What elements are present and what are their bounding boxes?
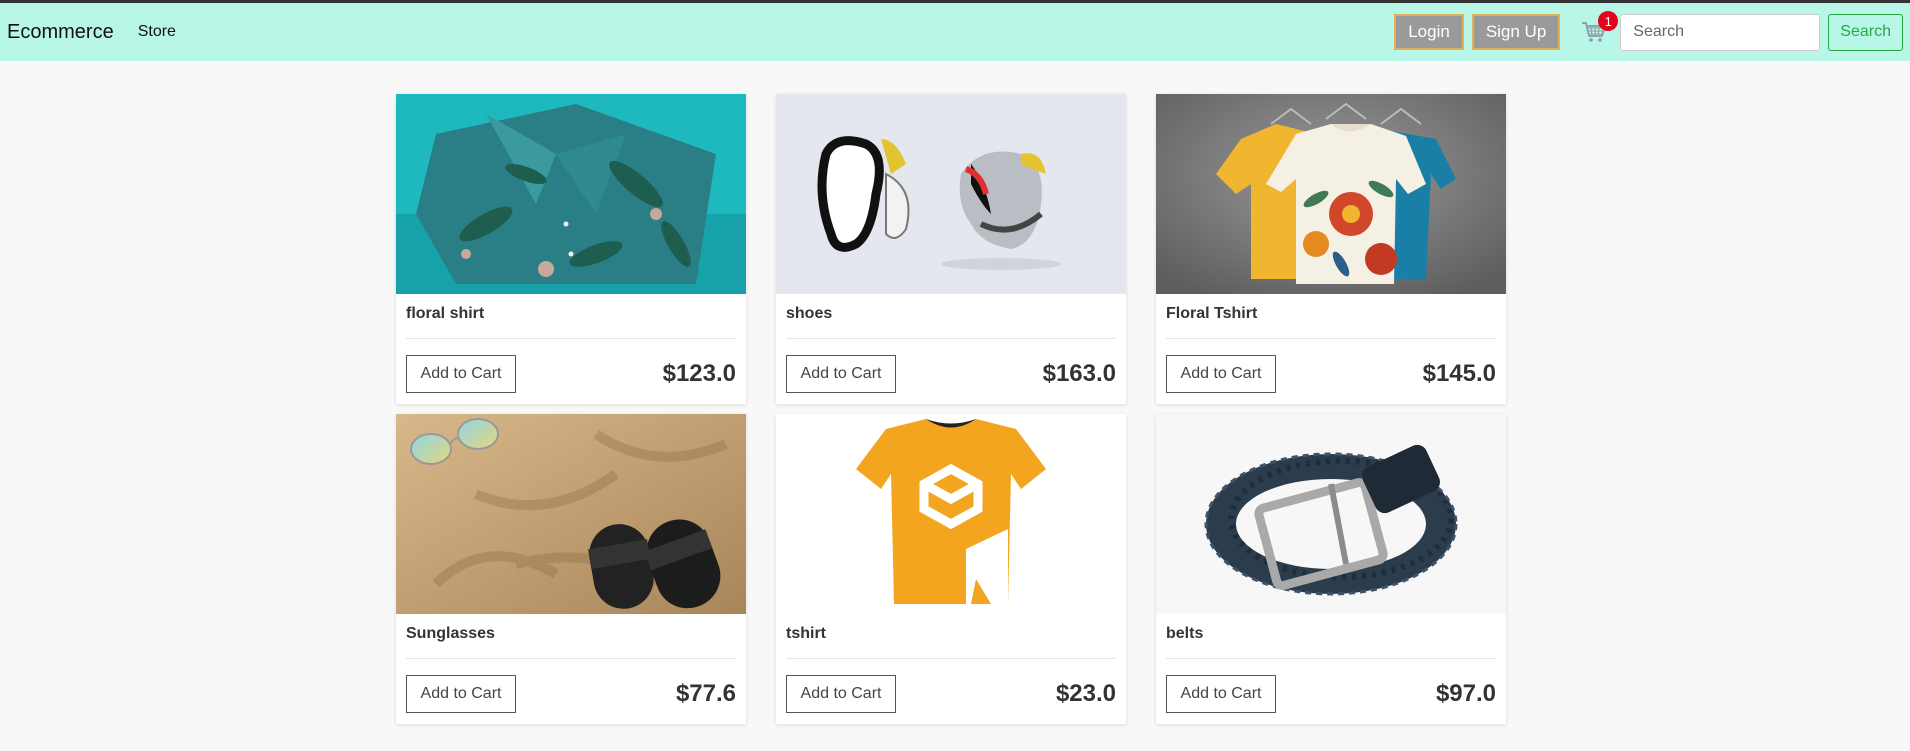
product-price: $23.0 [1055, 680, 1116, 707]
add-to-cart-button[interactable]: Add to Cart [786, 355, 896, 393]
card-divider [406, 658, 736, 659]
product-title: Sunglasses [406, 625, 495, 642]
cart-button[interactable]: 1 [1574, 11, 1619, 50]
shoes-image[interactable] [776, 94, 1126, 294]
floral-tshirt-image[interactable] [1156, 94, 1506, 294]
brand-link[interactable]: Ecommerce [7, 21, 114, 44]
product-price: $163.0 [1042, 360, 1116, 387]
search-input[interactable] [1620, 13, 1821, 51]
card-divider [1166, 338, 1496, 339]
cart-count-badge: 1 [1598, 11, 1619, 31]
product-card: Sunglasses Add to Cart $77.6 [396, 414, 746, 724]
login-button[interactable]: Login [1394, 14, 1464, 50]
product-price: $145.0 [1422, 360, 1496, 387]
product-price: $123.0 [662, 360, 736, 387]
navbar-actions: Login Sign Up 1 Search [1394, 3, 1903, 61]
product-card: shoes Add to Cart $163.0 [776, 94, 1126, 404]
add-to-cart-button[interactable]: Add to Cart [786, 675, 896, 713]
add-to-cart-button[interactable]: Add to Cart [1166, 355, 1276, 393]
product-card: tshirt Add to Cart $23.0 [776, 414, 1126, 724]
tshirt-image[interactable] [776, 414, 1126, 614]
product-price: $77.6 [675, 680, 736, 707]
card-divider [1166, 658, 1496, 659]
floral-shirt-image[interactable] [396, 94, 746, 294]
product-title: tshirt [786, 625, 826, 642]
sunglasses-sandals-image[interactable] [396, 414, 746, 614]
add-to-cart-button[interactable]: Add to Cart [1166, 675, 1276, 713]
search-button[interactable]: Search [1828, 13, 1903, 51]
add-to-cart-button[interactable]: Add to Cart [406, 355, 516, 393]
card-divider [786, 338, 1116, 339]
product-grid: floral shirt Add to Cart $123.0 shoes Ad… [396, 94, 1506, 724]
belt-image[interactable] [1156, 414, 1506, 614]
add-to-cart-button[interactable]: Add to Cart [406, 675, 516, 713]
product-title: shoes [786, 305, 833, 322]
product-price: $97.0 [1435, 680, 1496, 707]
product-title: Floral Tshirt [1166, 305, 1258, 322]
product-card: floral shirt Add to Cart $123.0 [396, 94, 746, 404]
store-link[interactable]: Store [138, 23, 176, 41]
product-title: floral shirt [406, 305, 485, 322]
signup-button[interactable]: Sign Up [1471, 14, 1561, 50]
card-divider [786, 658, 1116, 659]
product-card: belts Add to Cart $97.0 [1156, 414, 1506, 724]
product-card: Floral Tshirt Add to Cart $145.0 [1156, 94, 1506, 404]
product-title: belts [1166, 625, 1204, 642]
top-navbar: Ecommerce Store Login Sign Up 1 Search [0, 3, 1910, 61]
card-divider [406, 338, 736, 339]
